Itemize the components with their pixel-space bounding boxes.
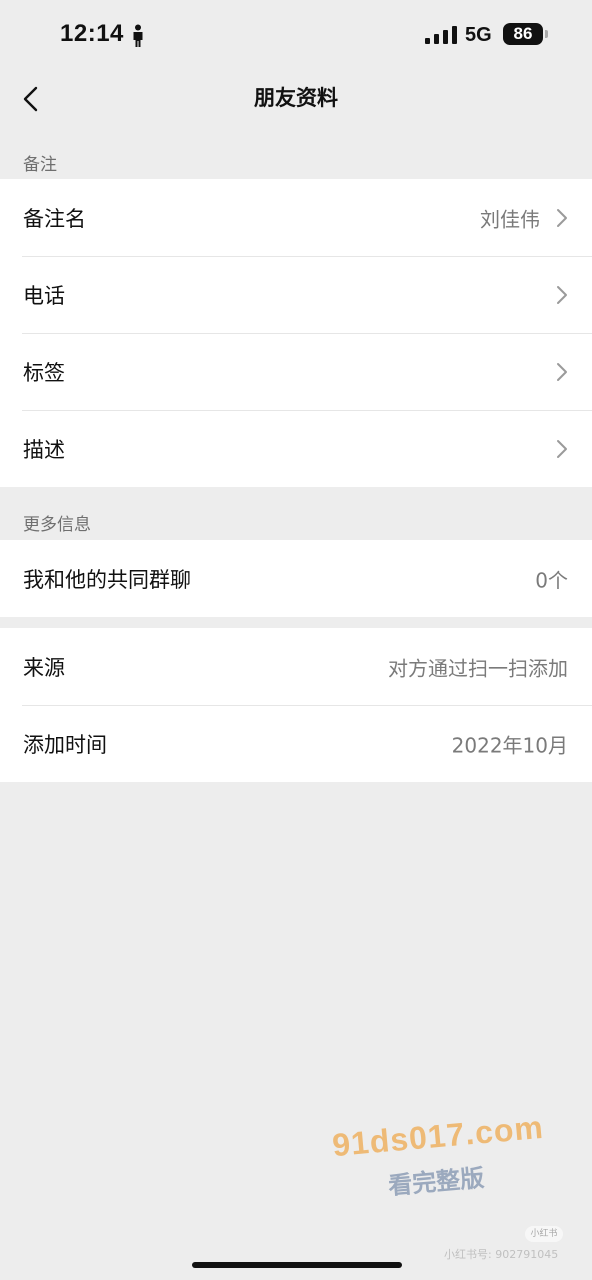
chevron-right-icon	[557, 439, 567, 458]
source-value: 对方通过扫一扫添加	[388, 656, 568, 680]
added-time-label: 添加时间	[23, 732, 107, 757]
source-label: 来源	[23, 655, 65, 680]
chevron-right-icon	[557, 362, 567, 381]
tags-label: 标签	[23, 360, 65, 385]
nav-bar: 朋友资料	[0, 70, 592, 126]
network-label: 5G	[465, 24, 492, 46]
rednote-id: 小红书号: 902791045	[444, 1248, 559, 1261]
signal-icon	[425, 26, 457, 44]
source-group: 来源 对方通过扫一扫添加 添加时间 2022年10月	[0, 628, 592, 782]
watermark-url: 91ds017.com	[330, 1108, 546, 1164]
home-indicator	[192, 1262, 402, 1268]
description-row[interactable]: 描述	[0, 410, 592, 487]
page-title: 朋友资料	[254, 86, 338, 110]
watermark-promo: 看完整版	[387, 1163, 486, 1201]
chevron-right-icon	[557, 208, 567, 227]
common-groups-label: 我和他的共同群聊	[23, 567, 191, 592]
rednote-badge: 小红书	[525, 1226, 563, 1242]
person-icon	[133, 24, 143, 47]
battery-icon: 86	[503, 23, 543, 45]
added-time-value: 2022年10月	[451, 733, 568, 757]
phone-row[interactable]: 电话	[0, 256, 592, 333]
battery-tip	[545, 30, 548, 38]
added-time-row: 添加时间 2022年10月	[0, 705, 592, 782]
tags-row[interactable]: 标签	[0, 333, 592, 410]
phone-label: 电话	[23, 283, 65, 308]
description-label: 描述	[23, 437, 65, 462]
more-info-group: 我和他的共同群聊 0个	[0, 540, 592, 617]
source-row: 来源 对方通过扫一扫添加	[0, 628, 592, 705]
common-groups-value: 0个	[535, 568, 568, 592]
common-groups-row[interactable]: 我和他的共同群聊 0个	[0, 540, 592, 617]
remark-name-label: 备注名	[23, 206, 86, 231]
remark-group: 备注名 刘佳伟 电话 标签 描述	[0, 179, 592, 487]
remark-name-row[interactable]: 备注名 刘佳伟	[0, 179, 592, 256]
section-header-more-info: 更多信息	[23, 515, 91, 535]
remark-name-value: 刘佳伟	[480, 207, 540, 231]
status-time: 12:14	[60, 20, 124, 47]
status-bar: 12:14 5G 86	[0, 0, 592, 70]
chevron-right-icon	[557, 285, 567, 304]
battery-level: 86	[513, 24, 533, 43]
section-header-remark: 备注	[23, 155, 57, 175]
